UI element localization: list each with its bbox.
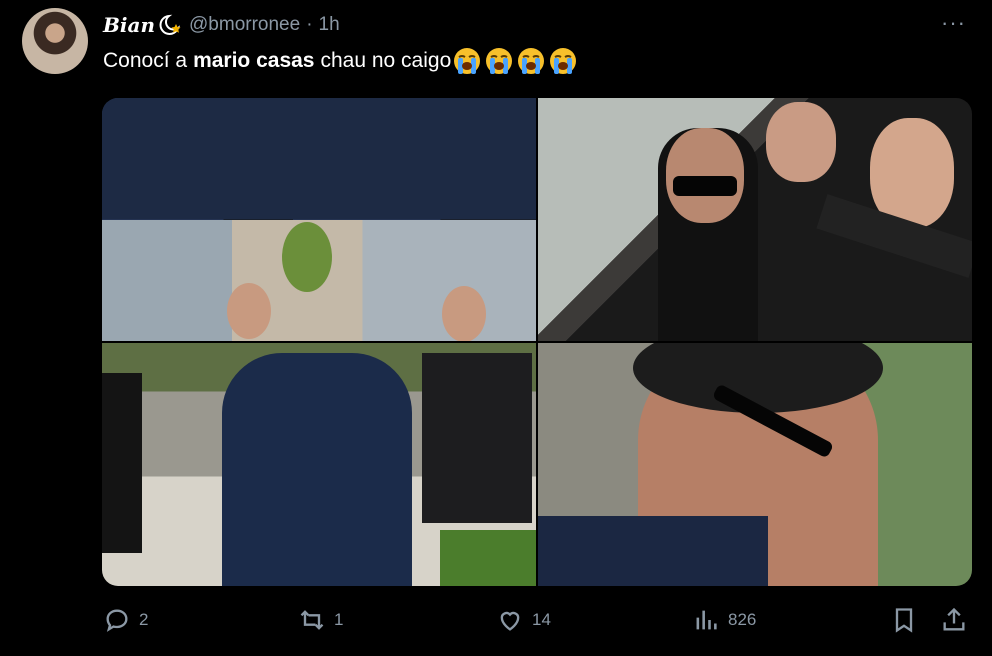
loudly-crying-face-icon	[550, 48, 577, 74]
heart-icon	[500, 611, 520, 631]
more-options-icon[interactable]: ···	[941, 10, 966, 36]
retweet-button[interactable]: 1	[298, 606, 343, 634]
media-grid[interactable]	[102, 98, 972, 586]
reply-button[interactable]: 2	[103, 606, 148, 634]
loudly-crying-face-icon	[486, 48, 513, 74]
share-icon	[943, 607, 965, 631]
photo-3-person-center	[222, 353, 412, 586]
separator: ·	[306, 14, 313, 35]
like-button[interactable]: 14	[496, 606, 551, 634]
text-part-1: Conocí a	[103, 49, 188, 72]
timestamp[interactable]: 1h	[319, 14, 340, 36]
photo-4-shirt	[538, 516, 768, 586]
photo-2-face-b	[766, 102, 836, 182]
photo-4[interactable]	[538, 343, 972, 586]
bookmark-button[interactable]	[890, 606, 926, 634]
tweet-text: Conocí a mario casas chau no caigo	[103, 46, 578, 76]
views-chart-icon	[696, 610, 717, 630]
handle[interactable]: @bmorronee	[189, 14, 300, 36]
photo-3-person-right	[422, 353, 532, 523]
emoji-group	[452, 46, 578, 76]
photo-3-hedge	[440, 530, 536, 586]
bookmark-icon	[895, 608, 913, 633]
view-count: 826	[728, 610, 757, 629]
text-part-2: chau no caigo	[320, 49, 452, 72]
like-count: 14	[532, 610, 551, 629]
reply-icon	[106, 609, 128, 632]
photo-1-face-a	[227, 283, 271, 339]
views-button[interactable]: 826	[692, 606, 756, 634]
action-bar: 2 1 14 826	[0, 606, 992, 646]
loudly-crying-face-icon	[454, 48, 481, 74]
photo-3-person-left	[102, 373, 142, 553]
display-name[interactable]: Bian	[103, 13, 155, 37]
avatar[interactable]	[22, 8, 88, 74]
text-part-bold: mario casas	[193, 49, 315, 72]
photo-1-tree	[282, 222, 332, 292]
photo-1-face-b	[442, 286, 486, 341]
photo-2-sunglasses	[673, 176, 737, 196]
photo-3[interactable]	[102, 343, 536, 586]
share-button[interactable]	[940, 606, 976, 634]
loudly-crying-face-icon	[518, 48, 545, 74]
photo-1[interactable]	[102, 98, 536, 341]
photo-2[interactable]	[538, 98, 972, 341]
reply-count: 2	[139, 610, 149, 629]
tweet-header: Bian @bmorronee · 1h	[103, 12, 340, 38]
retweet-icon	[300, 610, 324, 630]
retweet-count: 1	[334, 610, 344, 629]
moon-star-icon	[159, 14, 181, 35]
